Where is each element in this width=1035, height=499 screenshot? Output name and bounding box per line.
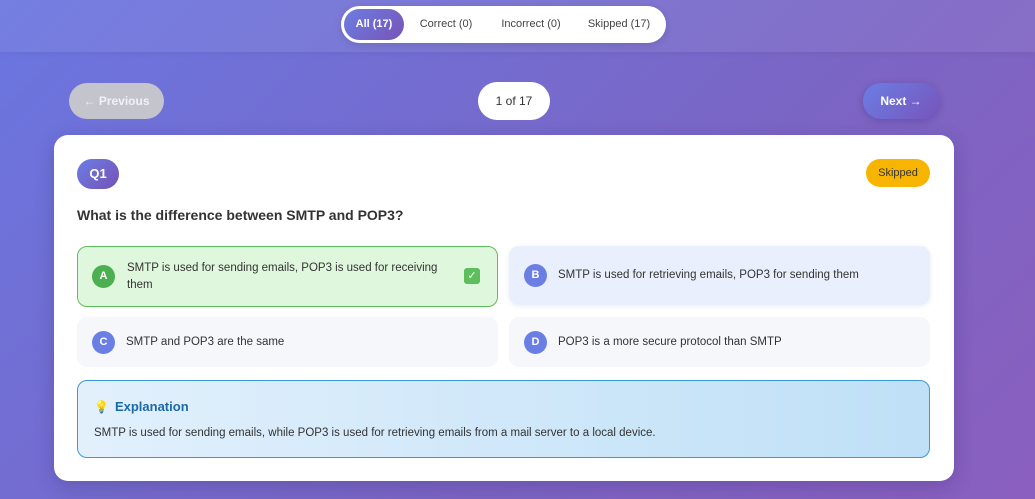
filter-tab-incorrect[interactable]: Incorrect (0) (493, 9, 569, 40)
filter-tab-all[interactable]: All (17) (344, 9, 404, 40)
option-d[interactable]: D POP3 is a more secure protocol than SM… (509, 317, 930, 367)
question-text: What is the difference between SMTP and … (77, 207, 404, 223)
previous-button[interactable]: ← Previous (69, 83, 164, 119)
option-letter-d: D (524, 331, 547, 354)
explanation-text: SMTP is used for sending emails, while P… (94, 427, 656, 439)
option-text-d: POP3 is a more secure protocol than SMTP (558, 335, 782, 348)
option-letter-c: C (92, 331, 115, 354)
next-button[interactable]: Next → (863, 83, 939, 119)
filter-tab-correct[interactable]: Correct (0) (411, 9, 481, 40)
option-text-a: SMTP is used for sending emails, POP3 is… (127, 261, 438, 291)
filter-bar: All (17) Correct (0) Incorrect (0) Skipp… (0, 0, 1035, 52)
filter-tabs: All (17) Correct (0) Incorrect (0) Skipp… (341, 6, 666, 43)
option-letter-a: A (92, 265, 115, 288)
option-text-c: SMTP and POP3 are the same (126, 335, 285, 348)
explanation-heading: Explanation (114, 399, 189, 414)
question-number-badge: Q1 (77, 159, 119, 189)
page-indicator: 1 of 17 (478, 82, 550, 120)
status-badge: Skipped (866, 159, 930, 187)
option-c[interactable]: C SMTP and POP3 are the same (77, 317, 498, 367)
option-b[interactable]: B SMTP is used for retrieving emails, PO… (509, 246, 930, 305)
lightbulb-icon: 💡 (94, 400, 109, 414)
explanation-title: 💡 Explanation (94, 399, 189, 414)
filter-tab-skipped[interactable]: Skipped (17) (581, 9, 657, 40)
question-card: Q1 Skipped What is the difference betwee… (54, 135, 954, 481)
explanation-box: 💡 Explanation SMTP is used for sending em… (77, 380, 930, 458)
option-text-b: SMTP is used for retrieving emails, POP3… (558, 269, 859, 281)
check-icon: ✓ (464, 268, 480, 284)
option-a[interactable]: A SMTP is used for sending emails, POP3 … (77, 246, 498, 307)
option-letter-b: B (524, 264, 547, 287)
